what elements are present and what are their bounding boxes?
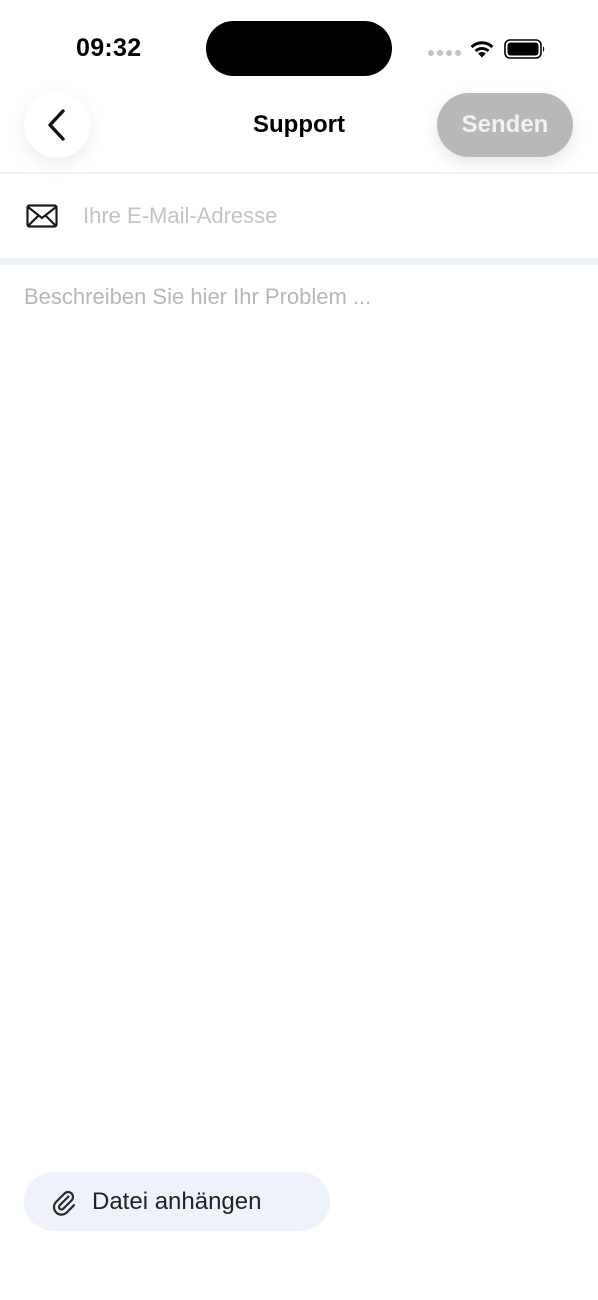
mail-icon: [26, 204, 58, 228]
problem-description-field[interactable]: [24, 280, 574, 1160]
wifi-icon: [470, 41, 494, 58]
email-row: [0, 174, 598, 258]
battery-icon: [504, 39, 545, 59]
paperclip-icon: [52, 1190, 76, 1216]
dynamic-island: [206, 21, 392, 76]
support-screen: 09:32 Support Senden Ihre E-Mail-Adresse…: [0, 0, 598, 1300]
cellular-signal-icon: [428, 50, 461, 56]
nav-bar: Support Senden: [0, 92, 598, 172]
section-divider: [0, 258, 598, 265]
email-field[interactable]: [83, 196, 573, 236]
status-time: 09:32: [76, 34, 142, 62]
attach-file-button[interactable]: Datei anhängen: [24, 1172, 330, 1231]
send-button[interactable]: Senden: [437, 93, 573, 157]
attach-file-label: Datei anhängen: [92, 1187, 262, 1215]
status-bar: 09:32: [0, 0, 598, 92]
